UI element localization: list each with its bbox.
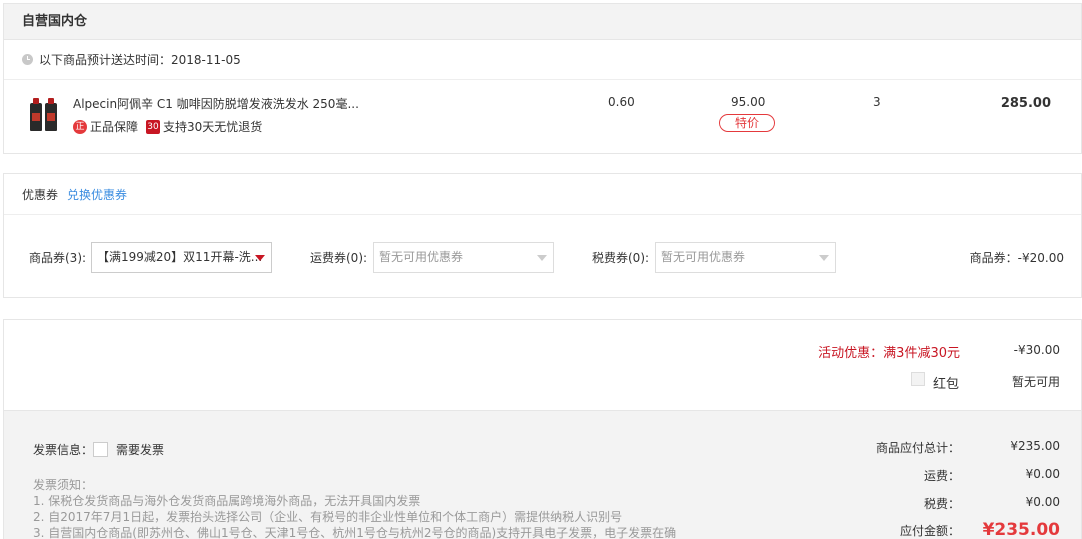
product-tags: 正 正品保障 30 支持30天无忧退货 — [73, 118, 270, 135]
thirty-day-return-label: 支持30天无忧退货 — [163, 120, 263, 134]
shipping-coupon-select[interactable]: 暂无可用优惠券 — [373, 242, 554, 273]
coupon-header: 优惠券 兑换优惠券 — [4, 174, 1081, 215]
product-thumbnail[interactable] — [26, 97, 60, 131]
invoice-note: 2. 自2017年7月1日起，发票抬头选择公司（企业、有税号的非企业性单位和个体… — [33, 510, 623, 524]
invoice-label: 发票信息： — [33, 443, 94, 457]
warehouse-section: 自营国内仓 以下商品预计送达时间：2018-11-05 Alpecin阿佩辛 C… — [3, 3, 1082, 154]
tax-row: 税费： ¥0.00 — [800, 495, 1060, 512]
invoice-note: 发票须知： — [33, 478, 94, 492]
shipping-value: ¥0.00 — [1025, 467, 1060, 481]
amount-due-label: 应付金额： — [899, 523, 960, 538]
invoice-and-totals: 发票信息： 需要发票 发票须知： 1. 保税仓发货商品与海外仓发货商品属跨境海外… — [4, 410, 1081, 539]
promotion-label: 活动优惠：满3件减30元 — [818, 346, 960, 361]
product-subtotal: 285.00 — [1000, 96, 1051, 111]
delivery-info: 以下商品预计送达时间：2018-11-05 — [4, 40, 1081, 80]
red-packet-checkbox[interactable] — [911, 372, 925, 386]
invoice-need-label: 需要发票 — [116, 443, 165, 457]
chevron-down-icon — [255, 255, 265, 261]
tax-coupon-label: 税费券(0): — [592, 251, 650, 265]
goods-coupon-select[interactable]: 【满199减20】双11开幕-洗... — [91, 242, 272, 273]
tax-coupon-placeholder: 暂无可用优惠券 — [661, 250, 746, 264]
invoice-note: 3. 自营国内仓商品(即苏州仓、佛山1号仓、天津1号仓、杭州1号仓与杭州2号仓的… — [33, 526, 677, 539]
chevron-down-icon — [819, 255, 829, 261]
goods-total-label: 商品应付总计： — [875, 441, 960, 455]
authentic-guarantee-icon: 正 — [73, 119, 87, 134]
shipping-coupon-label: 运费券(0): — [310, 251, 368, 265]
thirty-day-return-icon: 30 — [146, 119, 161, 134]
order-summary-section: 活动优惠：满3件减30元 -¥30.00 红包 暂无可用 发票信息： 需要发票 … — [3, 319, 1082, 539]
red-packet-label: 红包 — [933, 377, 960, 392]
warehouse-title: 自营国内仓 — [4, 4, 1081, 40]
shipping-row: 运费： ¥0.00 — [800, 467, 1060, 484]
shipping-label: 运费： — [923, 469, 960, 483]
goods-total-row: 商品应付总计： ¥235.00 — [800, 439, 1060, 456]
shipping-coupon-placeholder: 暂无可用优惠券 — [379, 250, 464, 264]
amount-due-row: 应付金额： ¥235.00 — [800, 520, 1060, 539]
goods-coupon-selected: 【满199减20】双11开幕-洗... — [97, 250, 263, 264]
delivery-text: 以下商品预计送达时间：2018-11-05 — [39, 53, 241, 67]
clock-icon — [22, 54, 33, 65]
product-row: Alpecin阿佩辛 C1 咖啡因防脱增发液洗发水 250毫... 正 正品保障… — [4, 80, 1081, 152]
product-name[interactable]: Alpecin阿佩辛 C1 咖啡因防脱增发液洗发水 250毫... — [73, 95, 358, 112]
coupon-title: 优惠券 — [22, 187, 59, 202]
coupon-selectors: 商品券(3): 【满199减20】双11开幕-洗... 运费券(0): 暂无可用… — [4, 215, 1081, 298]
invoice-notes: 发票须知： 1. 保税仓发货商品与海外仓发货商品属跨境海外商品，无法开具国内发票… — [33, 477, 676, 539]
goods-coupon-label: 商品券(3): — [29, 251, 87, 265]
tax-value: ¥0.00 — [1025, 495, 1060, 509]
coupon-section: 优惠券 兑换优惠券 商品券(3): 【满199减20】双11开幕-洗... 运费… — [3, 173, 1082, 298]
tax-label: 税费： — [923, 497, 960, 511]
product-discount: 0.60 — [608, 95, 635, 109]
goods-total-value: ¥235.00 — [1010, 439, 1060, 453]
invoice-checkbox[interactable] — [93, 442, 108, 457]
product-price: 95.00 — [731, 95, 766, 109]
amount-due-value: ¥235.00 — [982, 520, 1060, 539]
invoice-note: 1. 保税仓发货商品与海外仓发货商品属跨境海外商品，无法开具国内发票 — [33, 494, 421, 508]
chevron-down-icon — [537, 255, 547, 261]
redeem-coupon-link[interactable]: 兑换优惠券 — [67, 186, 127, 203]
tax-coupon-select[interactable]: 暂无可用优惠券 — [655, 242, 836, 273]
special-price-badge: 特价 — [719, 114, 775, 132]
goods-coupon-discount: 商品券：-¥20.00 — [969, 251, 1064, 265]
product-quantity: 3 — [873, 95, 881, 109]
red-packet-value: 暂无可用 — [1011, 375, 1060, 389]
authentic-guarantee-label: 正品保障 — [90, 120, 139, 134]
promotion-value: -¥30.00 — [1013, 343, 1060, 357]
